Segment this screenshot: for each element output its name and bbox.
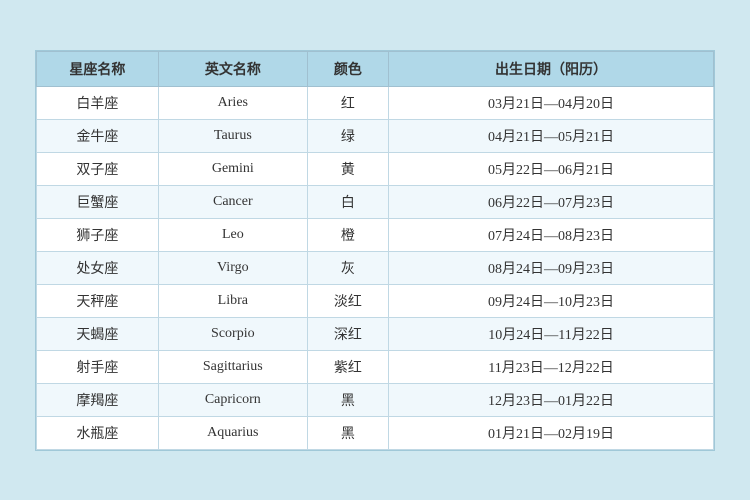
table-row: 狮子座 Leo 橙 07月24日—08月23日 [37,218,714,251]
cell-color: 淡红 [307,284,388,317]
cell-english: Aquarius [158,416,307,449]
cell-date: 11月23日—12月22日 [389,350,714,383]
cell-english: Taurus [158,119,307,152]
cell-chinese: 水瓶座 [37,416,159,449]
table-row: 金牛座 Taurus 绿 04月21日—05月21日 [37,119,714,152]
cell-chinese: 双子座 [37,152,159,185]
cell-english: Leo [158,218,307,251]
table-row: 射手座 Sagittarius 紫红 11月23日—12月22日 [37,350,714,383]
cell-color: 绿 [307,119,388,152]
cell-english: Aries [158,86,307,119]
cell-chinese: 白羊座 [37,86,159,119]
cell-chinese: 射手座 [37,350,159,383]
cell-color: 黄 [307,152,388,185]
cell-chinese: 天秤座 [37,284,159,317]
cell-english: Libra [158,284,307,317]
cell-chinese: 金牛座 [37,119,159,152]
cell-color: 白 [307,185,388,218]
cell-color: 灰 [307,251,388,284]
table-row: 巨蟹座 Cancer 白 06月22日—07月23日 [37,185,714,218]
table-row: 白羊座 Aries 红 03月21日—04月20日 [37,86,714,119]
cell-date: 01月21日—02月19日 [389,416,714,449]
zodiac-table-container: 星座名称 英文名称 颜色 出生日期（阳历） 白羊座 Aries 红 03月21日… [35,50,715,451]
cell-date: 07月24日—08月23日 [389,218,714,251]
table-row: 水瓶座 Aquarius 黑 01月21日—02月19日 [37,416,714,449]
cell-color: 红 [307,86,388,119]
cell-date: 09月24日—10月23日 [389,284,714,317]
cell-color: 黑 [307,383,388,416]
cell-chinese: 狮子座 [37,218,159,251]
cell-date: 03月21日—04月20日 [389,86,714,119]
cell-color: 深红 [307,317,388,350]
cell-date: 04月21日—05月21日 [389,119,714,152]
cell-english: Scorpio [158,317,307,350]
header-color: 颜色 [307,51,388,86]
cell-date: 08月24日—09月23日 [389,251,714,284]
cell-date: 10月24日—11月22日 [389,317,714,350]
cell-chinese: 摩羯座 [37,383,159,416]
cell-english: Sagittarius [158,350,307,383]
table-row: 天秤座 Libra 淡红 09月24日—10月23日 [37,284,714,317]
table-row: 双子座 Gemini 黄 05月22日—06月21日 [37,152,714,185]
header-chinese: 星座名称 [37,51,159,86]
cell-color: 橙 [307,218,388,251]
cell-color: 紫红 [307,350,388,383]
table-row: 摩羯座 Capricorn 黑 12月23日—01月22日 [37,383,714,416]
table-row: 天蝎座 Scorpio 深红 10月24日—11月22日 [37,317,714,350]
cell-english: Virgo [158,251,307,284]
cell-date: 06月22日—07月23日 [389,185,714,218]
table-row: 处女座 Virgo 灰 08月24日—09月23日 [37,251,714,284]
cell-chinese: 处女座 [37,251,159,284]
cell-date: 05月22日—06月21日 [389,152,714,185]
cell-chinese: 天蝎座 [37,317,159,350]
header-date: 出生日期（阳历） [389,51,714,86]
cell-english: Gemini [158,152,307,185]
cell-date: 12月23日—01月22日 [389,383,714,416]
table-header-row: 星座名称 英文名称 颜色 出生日期（阳历） [37,51,714,86]
cell-english: Cancer [158,185,307,218]
cell-chinese: 巨蟹座 [37,185,159,218]
zodiac-table: 星座名称 英文名称 颜色 出生日期（阳历） 白羊座 Aries 红 03月21日… [36,51,714,450]
cell-english: Capricorn [158,383,307,416]
header-english: 英文名称 [158,51,307,86]
cell-color: 黑 [307,416,388,449]
